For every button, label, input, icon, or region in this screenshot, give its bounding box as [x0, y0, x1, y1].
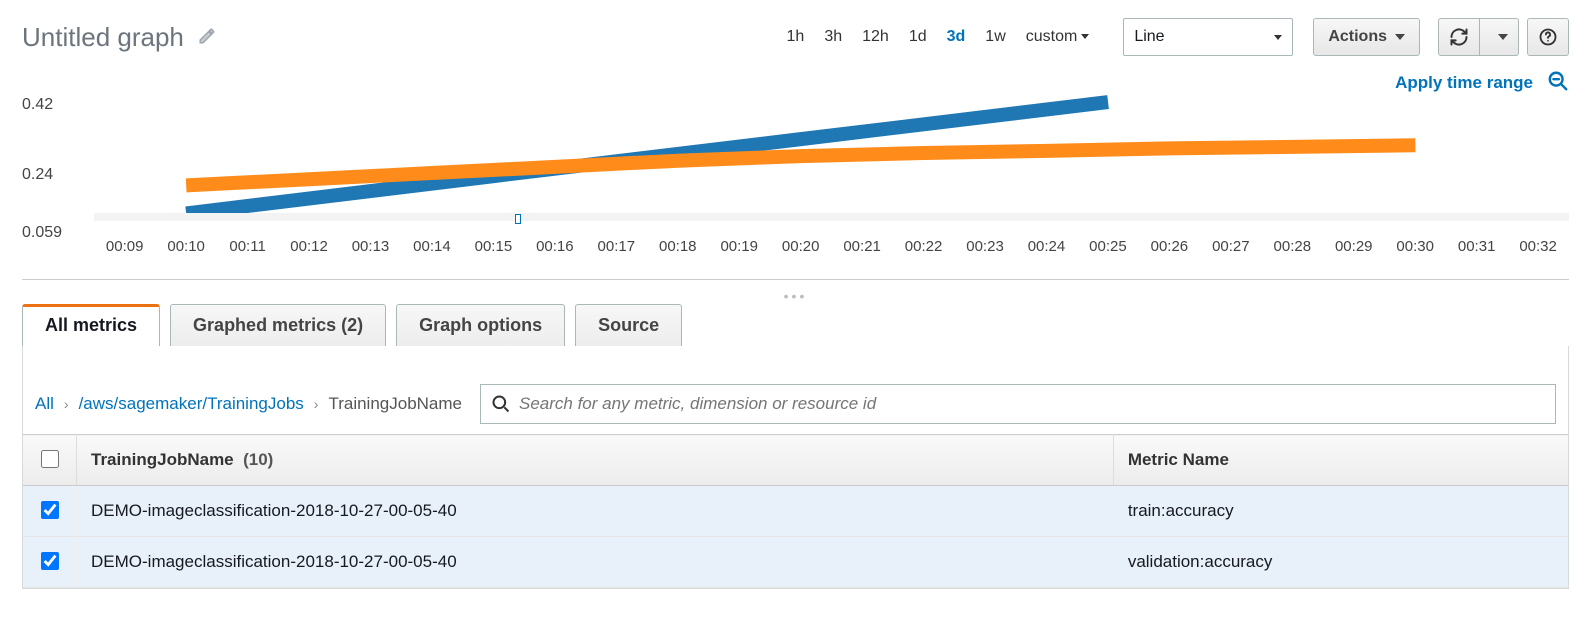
chart-type-value: Line — [1134, 28, 1164, 46]
x-tick: 00:29 — [1323, 238, 1384, 255]
x-tick: 00:14 — [401, 238, 462, 255]
x-tick: 00:27 — [1200, 238, 1261, 255]
metric-search[interactable] — [480, 384, 1556, 424]
apply-time-range-link[interactable]: Apply time range — [1395, 73, 1533, 93]
x-tick: 00:31 — [1446, 238, 1507, 255]
x-tick: 00:11 — [217, 238, 278, 255]
breadcrumb-all[interactable]: All — [35, 394, 54, 414]
x-tick: 00:22 — [893, 238, 954, 255]
actions-label: Actions — [1328, 28, 1387, 46]
time-custom-label: custom — [1026, 28, 1078, 45]
time-12h[interactable]: 12h — [852, 22, 899, 52]
cell-metric-name: validation:accuracy — [1113, 537, 1568, 588]
chevron-right-icon: › — [64, 396, 69, 412]
column-header-metric-name[interactable]: Metric Name — [1113, 435, 1568, 486]
tab-source[interactable]: Source — [575, 304, 682, 346]
x-tick: 00:15 — [463, 238, 524, 255]
x-tick: 00:18 — [647, 238, 708, 255]
cell-training-job: DEMO-imageclassification-2018-10-27-00-0… — [77, 486, 1114, 537]
x-tick: 00:16 — [524, 238, 585, 255]
time-1d[interactable]: 1d — [899, 22, 937, 52]
x-tick: 00:19 — [709, 238, 770, 255]
x-tick: 00:12 — [278, 238, 339, 255]
time-custom[interactable]: custom — [1016, 22, 1100, 52]
x-tick: 00:13 — [340, 238, 401, 255]
chevron-down-icon — [1395, 34, 1405, 40]
y-tick-1: 0.24 — [22, 166, 53, 184]
y-tick-2: 0.059 — [22, 224, 62, 242]
refresh-icon — [1449, 27, 1469, 47]
refresh-options-button[interactable] — [1480, 18, 1519, 56]
breadcrumb-namespace[interactable]: /aws/sagemaker/TrainingJobs — [79, 394, 304, 414]
x-tick: 00:32 — [1507, 238, 1568, 255]
help-icon — [1538, 27, 1558, 47]
column-header-label: TrainingJobName — [91, 450, 234, 469]
help-button[interactable] — [1527, 18, 1569, 56]
x-tick: 00:17 — [586, 238, 647, 255]
cell-training-job: DEMO-imageclassification-2018-10-27-00-0… — [77, 537, 1114, 588]
metrics-table: TrainingJobName (10) Metric Name DEMO-im… — [23, 434, 1568, 588]
select-all-header — [23, 435, 77, 486]
x-tick: 00:26 — [1139, 238, 1200, 255]
select-all-checkbox[interactable] — [41, 450, 59, 468]
time-3d[interactable]: 3d — [937, 22, 976, 52]
x-tick: 00:21 — [831, 238, 892, 255]
time-3h[interactable]: 3h — [814, 22, 852, 52]
chevron-down-icon — [1274, 35, 1282, 40]
table-row[interactable]: DEMO-imageclassification-2018-10-27-00-0… — [23, 486, 1568, 537]
chart-time-shade — [94, 213, 1569, 221]
series-line — [186, 145, 1415, 185]
x-tick: 00:20 — [770, 238, 831, 255]
x-tick: 00:24 — [1016, 238, 1077, 255]
x-tick: 00:09 — [94, 238, 155, 255]
x-tick: 00:25 — [1077, 238, 1138, 255]
x-tick: 00:10 — [155, 238, 216, 255]
row-checkbox[interactable] — [41, 552, 59, 570]
metric-search-input[interactable] — [511, 393, 1545, 415]
metrics-chart[interactable]: 0.42 0.24 0.059 00:0900:1000:1100:1200:1… — [22, 95, 1569, 255]
cell-metric-name: train:accuracy — [1113, 486, 1568, 537]
time-1w[interactable]: 1w — [975, 22, 1015, 52]
actions-button[interactable]: Actions — [1313, 18, 1420, 56]
time-1h[interactable]: 1h — [777, 22, 815, 52]
panel-resize-handle[interactable]: ••• — [22, 279, 1569, 304]
time-range-picker: 1h 3h 12h 1d 3d 1w custom — [777, 22, 1100, 52]
row-checkbox[interactable] — [41, 501, 59, 519]
refresh-button[interactable] — [1438, 18, 1480, 56]
zoom-out-icon — [1547, 70, 1569, 92]
chevron-down-icon — [1081, 34, 1089, 39]
x-tick: 00:23 — [954, 238, 1015, 255]
zoom-out-button[interactable] — [1547, 70, 1569, 95]
chevron-down-icon — [1498, 34, 1508, 40]
chart-type-select[interactable]: Line — [1123, 18, 1293, 56]
column-header-training-job[interactable]: TrainingJobName (10) — [77, 435, 1114, 486]
tab-graphed-metrics[interactable]: Graphed metrics (2) — [170, 304, 386, 346]
x-tick: 00:30 — [1385, 238, 1446, 255]
tab-all-metrics[interactable]: All metrics — [22, 304, 160, 346]
chevron-right-icon: › — [314, 396, 319, 412]
table-row[interactable]: DEMO-imageclassification-2018-10-27-00-0… — [23, 537, 1568, 588]
edit-title-icon[interactable] — [198, 27, 216, 48]
column-header-count: (10) — [243, 450, 273, 469]
y-tick-0: 0.42 — [22, 96, 53, 114]
breadcrumb-dimension: TrainingJobName — [328, 394, 462, 414]
search-icon — [491, 394, 511, 414]
tab-graph-options[interactable]: Graph options — [396, 304, 565, 346]
graph-title: Untitled graph — [22, 22, 184, 53]
x-tick: 00:28 — [1262, 238, 1323, 255]
chart-time-marker[interactable] — [515, 214, 521, 224]
